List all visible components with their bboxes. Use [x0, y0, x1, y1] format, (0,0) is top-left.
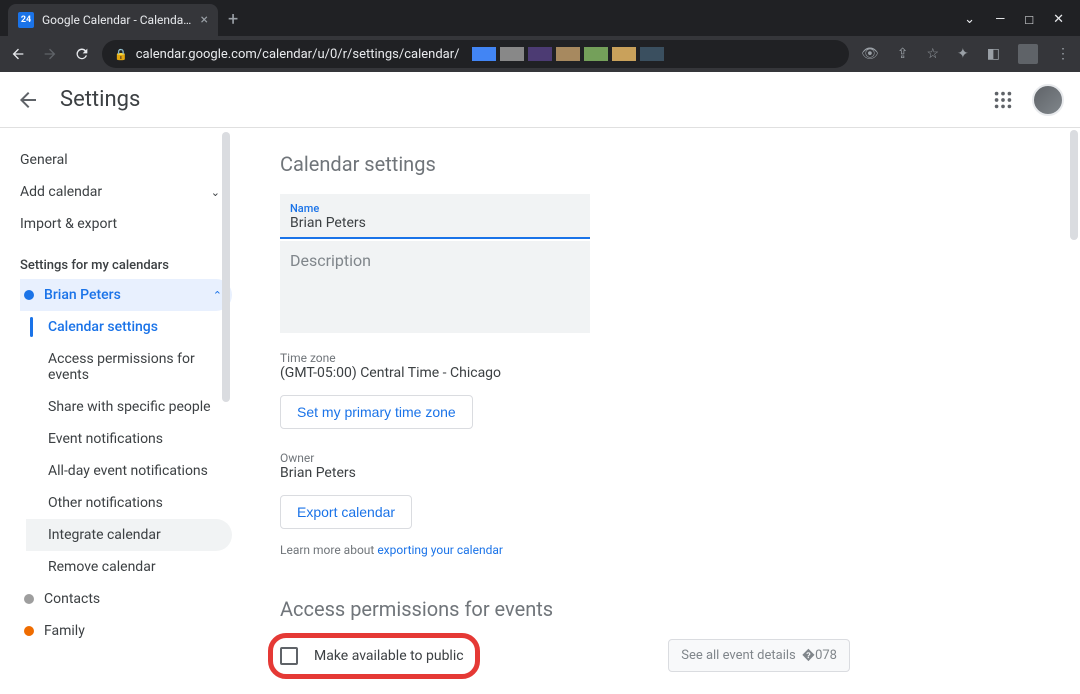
url-obscured	[472, 47, 664, 61]
settings-sidebar: General Add calendar ⌄ Import & export S…	[0, 128, 240, 694]
tab-title: Google Calendar - Calendar setti	[42, 13, 193, 27]
account-avatar[interactable]	[1032, 84, 1064, 116]
caret-down-icon: �078	[802, 648, 837, 663]
dropdown-label: See all event details	[681, 648, 796, 663]
set-primary-timezone-button[interactable]: Set my primary time zone	[280, 395, 473, 429]
sidebar-calendar-family[interactable]: Family	[20, 615, 232, 647]
sidebar-sub-calendar-settings[interactable]: Calendar settings	[26, 311, 232, 343]
chevron-down-icon[interactable]: ⌄	[964, 12, 975, 28]
maximize-icon[interactable]: □	[1025, 12, 1033, 28]
sidebar-item-general[interactable]: General	[20, 144, 232, 176]
make-public-option[interactable]: Make available to public	[280, 647, 464, 665]
close-tab-icon[interactable]: ×	[201, 12, 208, 28]
close-window-icon[interactable]: ✕	[1053, 12, 1064, 28]
section-title-calendar-settings: Calendar settings	[280, 152, 1040, 176]
access-permissions-row: Make available to public See all event d…	[280, 639, 850, 672]
sidebar-sub-access-permissions[interactable]: Access permissions for events	[26, 343, 232, 391]
main-content: Calendar settings Name Brian Peters Desc…	[240, 128, 1080, 694]
chevron-down-icon: ⌄	[211, 186, 220, 199]
make-public-label: Make available to public	[314, 648, 464, 664]
description-placeholder: Description	[290, 251, 371, 270]
share-icon[interactable]: ⇪	[897, 46, 909, 62]
main-scrollbar[interactable]	[1070, 130, 1078, 240]
name-input[interactable]: Name Brian Peters	[280, 194, 590, 239]
forward-icon[interactable]	[42, 46, 58, 62]
export-calendar-button[interactable]: Export calendar	[280, 495, 412, 529]
browser-tab[interactable]: 24 Google Calendar - Calendar setti ×	[8, 4, 218, 36]
sidebar-sub-allday-notifications[interactable]: All-day event notifications	[26, 455, 232, 487]
sidebar-sub-event-notifications[interactable]: Event notifications	[26, 423, 232, 455]
sidepanel-icon[interactable]: ◧	[987, 46, 1000, 62]
star-icon[interactable]: ☆	[926, 46, 939, 62]
exporting-calendar-link[interactable]: exporting your calendar	[377, 543, 503, 557]
browser-tabbar: 24 Google Calendar - Calendar setti × + …	[0, 0, 1080, 36]
profile-chip[interactable]	[1018, 44, 1038, 64]
sidebar-section-title: Settings for my calendars	[20, 240, 232, 279]
window-controls: ⌄ ― □ ✕	[948, 4, 1080, 36]
sidebar-sub-remove-calendar[interactable]: Remove calendar	[26, 551, 232, 583]
calendar-favicon: 24	[18, 12, 34, 28]
eye-icon[interactable]: 👁	[861, 46, 879, 62]
description-input[interactable]: Description	[280, 241, 590, 333]
back-arrow-icon[interactable]	[16, 88, 40, 112]
minimize-icon[interactable]: ―	[995, 12, 1005, 28]
sidebar-item-label: Family	[44, 623, 85, 639]
sidebar-item-label: Contacts	[44, 591, 100, 607]
address-bar: 🔒 calendar.google.com/calendar/u/0/r/set…	[0, 36, 1080, 72]
kebab-menu-icon[interactable]: ⋮	[1056, 46, 1070, 62]
calendar-color-dot	[24, 626, 34, 636]
reload-icon[interactable]	[74, 46, 90, 62]
app-header: Settings	[0, 72, 1080, 128]
page-title: Settings	[60, 87, 140, 112]
name-field-label: Name	[290, 202, 580, 215]
timezone-label: Time zone	[280, 351, 1040, 365]
apps-grid-icon[interactable]	[992, 89, 1014, 111]
sidebar-sub-other-notifications[interactable]: Other notifications	[26, 487, 232, 519]
sidebar-item-add-calendar[interactable]: Add calendar ⌄	[20, 176, 232, 208]
owner-value: Brian Peters	[280, 465, 1040, 481]
sidebar-calendar-contacts[interactable]: Contacts	[20, 583, 232, 615]
learn-more-text: Learn more about exporting your calendar	[280, 543, 1040, 557]
sidebar-item-label: Brian Peters	[44, 287, 203, 303]
timezone-value: (GMT-05:00) Central Time - Chicago	[280, 365, 1040, 381]
sidebar-item-label: Add calendar	[20, 184, 102, 200]
owner-label: Owner	[280, 451, 1040, 465]
calendar-color-dot	[24, 290, 34, 300]
name-field-value: Brian Peters	[290, 215, 580, 231]
chevron-up-icon: ⌃	[213, 289, 222, 302]
sidebar-sub-integrate-calendar[interactable]: Integrate calendar	[26, 519, 232, 551]
lock-icon: 🔒	[114, 48, 128, 61]
section-title-access-permissions: Access permissions for events	[280, 597, 1040, 621]
url-text: calendar.google.com/calendar/u/0/r/setti…	[136, 47, 460, 62]
back-icon[interactable]	[10, 46, 26, 62]
extensions-icon[interactable]: ✦	[957, 46, 969, 62]
sidebar-calendar-brian[interactable]: Brian Peters ⌃	[20, 279, 232, 311]
learn-more-prefix: Learn more about	[280, 543, 377, 557]
url-input[interactable]: 🔒 calendar.google.com/calendar/u/0/r/set…	[102, 40, 849, 68]
visibility-dropdown[interactable]: See all event details �078	[668, 639, 850, 672]
sidebar-item-import-export[interactable]: Import & export	[20, 208, 232, 240]
new-tab-button[interactable]: +	[218, 3, 248, 36]
sidebar-sub-share-specific[interactable]: Share with specific people	[26, 391, 232, 423]
checkbox-icon[interactable]	[280, 647, 298, 665]
calendar-color-dot	[24, 594, 34, 604]
